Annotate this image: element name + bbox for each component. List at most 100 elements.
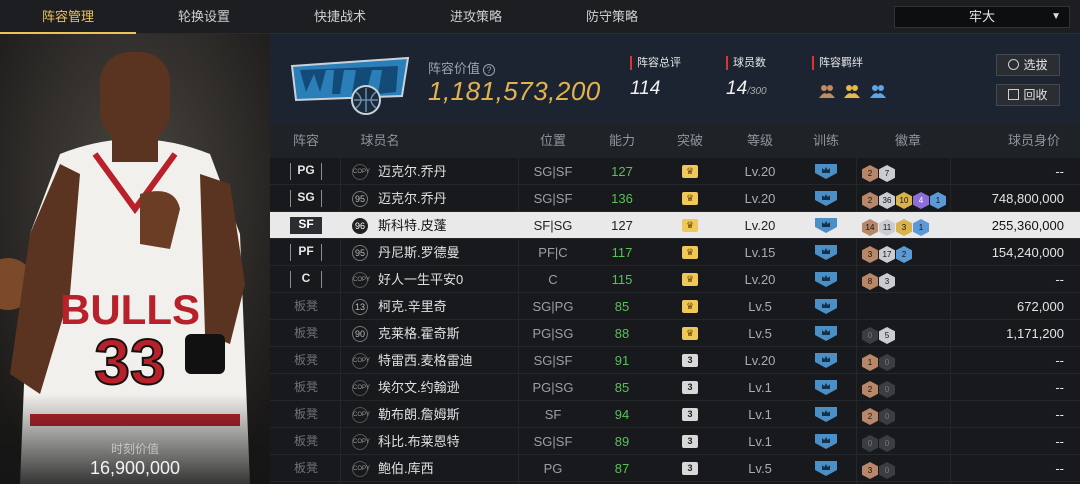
- player-name[interactable]: 鲍伯.库西: [378, 455, 434, 482]
- crown-icon[interactable]: ♛: [682, 165, 698, 178]
- training-icon[interactable]: [815, 272, 837, 287]
- table-row[interactable]: SG 95 迈克尔.乔丹 SG|SF 136 ♛ Lv.20 2 36 10 4 1 748,800,0…: [270, 185, 1080, 212]
- table-row[interactable]: SF 96 斯科特.皮蓬 SF|SG 127 ♛ Lv.20 14 11 3 1 255,360,00…: [270, 212, 1080, 239]
- table-row[interactable]: 板凳 COPY 勒布朗.詹姆斯 SF 94 3 Lv.1 2 0 --: [270, 401, 1080, 428]
- table-row[interactable]: PG COPY 迈克尔.乔丹 SG|SF 127 ♛ Lv.20 2 7 --: [270, 158, 1080, 185]
- badge-list[interactable]: 14 11 3 1: [862, 217, 930, 236]
- player-level: Lv.20: [744, 272, 776, 287]
- player-name[interactable]: 迈克尔.乔丹: [378, 185, 447, 212]
- breakthrough-level[interactable]: 3: [682, 435, 698, 448]
- player-name[interactable]: 丹尼斯.罗德曼: [378, 239, 460, 266]
- player-value: --: [1055, 164, 1064, 179]
- crown-icon[interactable]: ♛: [682, 273, 698, 286]
- player-name[interactable]: 斯科特.皮蓬: [378, 212, 447, 239]
- badge-list[interactable]: 20: [862, 406, 896, 425]
- table-row[interactable]: 板凳 COPY 科比.布莱恩特 SG|SF 89 3 Lv.1 0 0 --: [270, 428, 1080, 455]
- player-name[interactable]: 勒布朗.詹姆斯: [378, 401, 460, 428]
- player-level: Lv.20: [744, 353, 776, 368]
- col-level[interactable]: 等级: [730, 124, 790, 158]
- table-row[interactable]: C COPY 好人一生平安0 C 115 ♛ Lv.20 8 3 --: [270, 266, 1080, 293]
- table-row[interactable]: 板凳 13 柯克.辛里奇 SG|PG 85 ♛ Lv.5 672,000: [270, 293, 1080, 320]
- player-name[interactable]: 科比.布莱恩特: [378, 428, 460, 455]
- col-badges[interactable]: 徽章: [870, 124, 946, 158]
- slot-label: 板凳: [293, 407, 318, 421]
- chemistry-label: 阵容羁绊: [812, 56, 863, 70]
- help-icon[interactable]: ?: [483, 64, 496, 76]
- recycle-button[interactable]: 回收: [996, 84, 1060, 106]
- team-owner-select[interactable]: 牢大 ▼: [894, 6, 1070, 28]
- training-icon[interactable]: [815, 299, 837, 314]
- tab-defense-strategy[interactable]: 防守策略: [544, 0, 680, 34]
- table-row[interactable]: 板凳 COPY 鲍伯.库西 PG 87 3 Lv.5 3 0 --: [270, 455, 1080, 482]
- player-name[interactable]: 好人一生平安0: [378, 266, 463, 293]
- badge-icon: 2: [862, 165, 878, 182]
- training-icon[interactable]: [815, 164, 837, 179]
- badge-icon: 14: [862, 219, 878, 236]
- crown-icon[interactable]: ♛: [682, 219, 698, 232]
- col-slot[interactable]: 阵容: [284, 124, 328, 158]
- training-icon[interactable]: [815, 326, 837, 341]
- table-row[interactable]: 板凳 COPY 特雷西.麦格雷迪 SG|SF 91 3 Lv.20 1 0 --: [270, 347, 1080, 374]
- table-row[interactable]: 板凳 COPY 埃尔文.约翰逊 PG|SG 85 3 Lv.1 2 0 --: [270, 374, 1080, 401]
- player-value: --: [1055, 434, 1064, 449]
- chemistry-icon-gold[interactable]: [843, 82, 861, 100]
- badge-list[interactable]: 30: [862, 460, 896, 479]
- breakthrough-level[interactable]: 3: [682, 408, 698, 421]
- tab-lineup-management[interactable]: 阵容管理: [0, 0, 136, 34]
- col-player-value[interactable]: 球员身价: [970, 124, 1060, 158]
- crown-icon[interactable]: ♛: [682, 192, 698, 205]
- tab-rotation-settings[interactable]: 轮换设置: [136, 0, 272, 34]
- breakthrough-level[interactable]: 3: [682, 381, 698, 394]
- training-icon[interactable]: [815, 380, 837, 395]
- breakthrough-level[interactable]: 3: [682, 354, 698, 367]
- badge-icon: 11: [879, 219, 895, 236]
- player-level: Lv.15: [744, 245, 776, 260]
- training-icon[interactable]: [815, 434, 837, 449]
- pick-button[interactable]: 选拔: [996, 54, 1060, 76]
- badge-list[interactable]: 10: [862, 352, 896, 371]
- player-name[interactable]: 埃尔文.约翰逊: [378, 374, 460, 401]
- player-name[interactable]: 迈克尔.乔丹: [378, 158, 447, 185]
- player-name[interactable]: 柯克.辛里奇: [378, 293, 447, 320]
- col-player-name[interactable]: 球员名: [350, 124, 410, 158]
- training-icon[interactable]: [815, 353, 837, 368]
- training-icon[interactable]: [815, 461, 837, 476]
- badge-list[interactable]: 2 36 10 4 1: [862, 190, 947, 209]
- crown-icon[interactable]: ♛: [682, 327, 698, 340]
- training-icon[interactable]: [815, 407, 837, 422]
- tab-quick-tactics[interactable]: 快捷战术: [272, 0, 408, 34]
- badge-list[interactable]: 3 17 2: [862, 244, 913, 263]
- player-name[interactable]: 特雷西.麦格雷迪: [378, 347, 473, 374]
- player-count: 14/300: [726, 78, 767, 100]
- col-training[interactable]: 训练: [798, 124, 854, 158]
- tab-offense-strategy[interactable]: 进攻策略: [408, 0, 544, 34]
- crown-icon[interactable]: ♛: [682, 300, 698, 313]
- table-row[interactable]: 板凳 90 克莱格.霍奇斯 PG|SG 88 ♛ Lv.5 0 5 1,171,200: [270, 320, 1080, 347]
- badge-list[interactable]: 00: [862, 433, 896, 452]
- player-ability: 94: [614, 407, 630, 422]
- col-ability[interactable]: 能力: [592, 124, 652, 158]
- roster-table: 阵容 球员名 位置 能力 突破 等级 训练 徽章 球员身价 PG COPY 迈克尔.…: [270, 124, 1080, 484]
- crown-icon[interactable]: ♛: [682, 246, 698, 259]
- breakthrough-level[interactable]: 3: [682, 462, 698, 475]
- col-position[interactable]: 位置: [520, 124, 586, 158]
- badge-icon: 3: [862, 462, 878, 479]
- pick-button-label: 选拔: [1023, 58, 1048, 72]
- badge-list[interactable]: 27: [862, 163, 896, 182]
- overall-label: 阵容总评: [630, 56, 681, 70]
- badge-list[interactable]: 20: [862, 379, 896, 398]
- team-summary-header: 阵容价值? 1,181,573,200 阵容总评 114 球员数 14/300 …: [270, 34, 1080, 124]
- player-position: SF: [544, 407, 562, 422]
- slot-label: 板凳: [293, 461, 318, 475]
- col-breakthrough[interactable]: 突破: [660, 124, 720, 158]
- lineup-value-label-text: 阵容价值: [428, 61, 481, 76]
- badge-list[interactable]: 05: [862, 325, 896, 344]
- table-row[interactable]: PF 95 丹尼斯.罗德曼 PF|C 117 ♛ Lv.15 3 17 2 154,240,000: [270, 239, 1080, 266]
- training-icon[interactable]: [815, 245, 837, 260]
- player-name[interactable]: 克莱格.霍奇斯: [378, 320, 460, 347]
- chemistry-icon-blue[interactable]: [869, 82, 887, 100]
- training-icon[interactable]: [815, 191, 837, 206]
- chemistry-icon-bronze[interactable]: [818, 82, 836, 100]
- badge-list[interactable]: 83: [862, 271, 896, 290]
- training-icon[interactable]: [815, 218, 837, 233]
